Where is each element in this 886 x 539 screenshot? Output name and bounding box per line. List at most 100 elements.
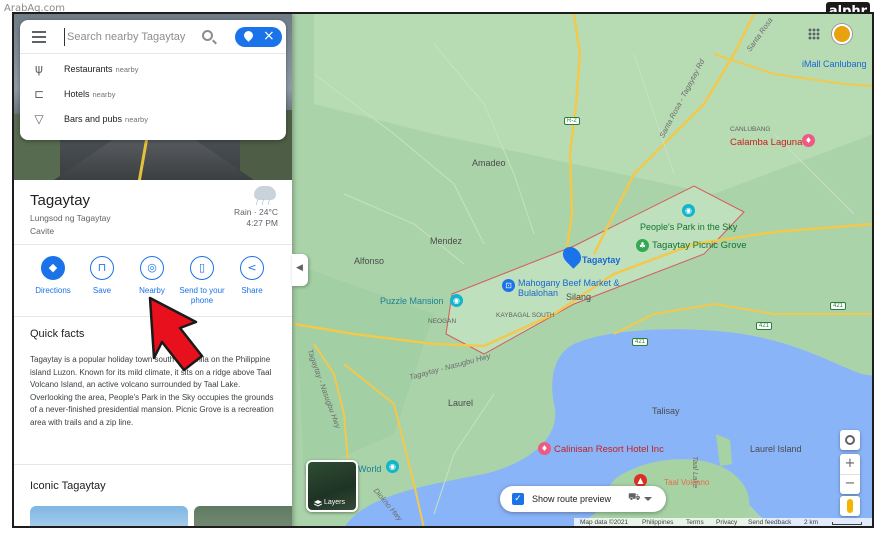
search-input[interactable] <box>64 28 196 46</box>
nearby-label: Hotels <box>64 89 90 99</box>
route-shield-r2: R-2 <box>564 117 580 125</box>
nearby-button[interactable]: ◎ Nearby <box>127 256 177 296</box>
red-arrow-annotation-icon <box>148 296 204 372</box>
nearby-label: Restaurants <box>64 64 113 74</box>
weather-text: Rain · 24°C <box>233 207 278 217</box>
camera-poi-icon[interactable]: ◉ <box>682 204 695 217</box>
route-shield-421b: 421 <box>756 322 773 330</box>
action-circle: ◎ <box>140 256 164 280</box>
cart-poi-icon[interactable]: ⊡ <box>502 279 515 292</box>
map-label-neogan: NEOGAN <box>428 318 457 325</box>
nearby-suffix: nearby <box>92 90 116 99</box>
action-circle: ▯ <box>190 256 214 280</box>
map-label-taal-volcano[interactable]: Taal Volcano <box>664 478 709 487</box>
bed-icon: ⊏ <box>33 87 45 101</box>
zoom-out-button[interactable]: − <box>840 474 860 494</box>
action-label: Share <box>241 286 263 295</box>
nearby-item-hotels[interactable]: ⊏ Hotels nearby <box>20 83 286 107</box>
route-shield-421a: 421 <box>632 338 649 346</box>
street-view-pegman[interactable] <box>840 496 860 516</box>
map-label-canlubang: CANLUBANG <box>730 126 771 133</box>
map-label-puzzle-mansion[interactable]: Puzzle Mansion <box>380 296 444 306</box>
cocktail-icon: ▽ <box>34 112 44 126</box>
scale-bar[interactable] <box>832 522 862 525</box>
utensils-icon: ψ <box>35 62 43 76</box>
map-footer: Map data ©2021 Philippines Terms Privacy… <box>574 518 872 526</box>
divider <box>14 244 292 245</box>
map-label-world[interactable]: World <box>358 464 381 474</box>
nearby-item-restaurants[interactable]: ψ Restaurants nearby <box>20 58 286 82</box>
chevron-down-icon[interactable] <box>644 497 652 501</box>
search-card: × ψ Restaurantsnearby ⊏ Hotelsnearby ▽ B… <box>20 20 286 140</box>
map-label-mahogany[interactable]: Mahogany Beef Market & Bulalohan <box>518 278 628 298</box>
my-location-button[interactable] <box>840 430 860 450</box>
share-button[interactable]: < Share <box>227 256 277 296</box>
place-subtitle: Lungsod ng Tagaytay <box>30 213 111 223</box>
hamburger-menu-icon[interactable] <box>32 31 46 43</box>
place-region: Cavite <box>30 226 55 236</box>
avatar[interactable] <box>832 24 852 44</box>
scale-label[interactable]: 2 km <box>804 519 818 526</box>
shopping-poi-icon[interactable]: ♦ <box>802 134 815 147</box>
place-panel: × ψ Restaurantsnearby ⊏ Hotelsnearby ▽ B… <box>14 14 292 526</box>
save-button[interactable]: ⊓ Save <box>77 256 127 296</box>
zoom-control: + − <box>840 454 860 494</box>
checkbox-checked-icon[interactable]: ✓ <box>512 493 524 505</box>
crosshair-icon <box>845 435 855 445</box>
action-circle: ◆ <box>41 256 65 280</box>
close-icon[interactable]: × <box>263 28 275 44</box>
rain-drops-icon: / / / <box>256 200 271 207</box>
nearby-item-bars[interactable]: ▽ Bars and pubs nearby <box>20 108 286 132</box>
layers-button[interactable]: Layers <box>306 460 358 512</box>
tree-poi-icon[interactable]: ♣ <box>636 239 649 252</box>
action-circle: < <box>240 256 264 280</box>
map-label-tagaytay-pin[interactable]: Tagaytay <box>582 255 620 265</box>
collapse-panel-button[interactable]: ◀ <box>292 254 308 286</box>
rain-cloud-icon <box>254 186 276 200</box>
search-row: × <box>20 20 286 54</box>
pin-icon <box>242 29 255 42</box>
map-label-calinisan[interactable]: Calinisan Resort Hotel Inc <box>554 444 664 455</box>
privacy-link[interactable]: Privacy <box>716 519 737 526</box>
map-label-picnic-grove[interactable]: Tagaytay Picnic Grove <box>652 240 747 251</box>
action-label: Nearby <box>139 286 165 295</box>
nearby-suffix: nearby <box>125 115 148 124</box>
map-label-mendez: Mendez <box>430 236 463 246</box>
directions-icon: ◆ <box>48 261 58 274</box>
country-link[interactable]: Philippines <box>642 519 673 526</box>
search-icon[interactable] <box>202 30 213 41</box>
terms-link[interactable]: Terms <box>686 519 704 526</box>
car-icon[interactable]: ⛟ <box>628 492 641 505</box>
iconic-photo-1[interactable] <box>30 506 188 526</box>
camera-poi-icon[interactable]: ◉ <box>450 294 463 307</box>
hotel-poi-icon[interactable]: ♦ <box>538 442 551 455</box>
route-preview-toggle[interactable]: ✓ Show route preview ⛟ <box>500 486 666 512</box>
camera-poi-icon[interactable]: ◉ <box>386 460 399 473</box>
nearby-label: Bars and pubs <box>64 114 123 124</box>
map-label-calamba[interactable]: Calamba Laguna <box>730 137 802 148</box>
weather-time: 4:27 PM <box>246 218 278 228</box>
action-circle: ⊓ <box>90 256 114 280</box>
place-title: Tagaytay <box>30 192 91 209</box>
quick-facts-title: Quick facts <box>30 328 85 340</box>
map-label-amadeo: Amadeo <box>472 158 506 168</box>
action-label: Save <box>92 286 112 295</box>
location-chip[interactable]: × <box>235 27 282 47</box>
iconic-photo-2[interactable] <box>194 506 292 526</box>
apps-grid-icon[interactable] <box>808 28 820 40</box>
chevron-left-icon: ◀ <box>296 263 303 273</box>
map-label-imall[interactable]: iMall Canlubang <box>802 59 867 69</box>
directions-button[interactable]: ◆ Directions <box>28 256 78 296</box>
action-label: Directions <box>35 286 71 295</box>
iconic-title: Iconic Tagaytay <box>30 480 106 492</box>
map-label-laurel: Laurel <box>448 398 474 408</box>
phone-icon: ▯ <box>198 261 206 274</box>
map-label-peoples-park[interactable]: People's Park in the Sky <box>640 222 737 232</box>
zoom-in-button[interactable]: + <box>840 454 860 474</box>
send-feedback-link[interactable]: Send feedback <box>748 519 791 526</box>
layers-label: Layers <box>324 499 346 506</box>
pegman-icon <box>847 499 853 513</box>
share-icon: < <box>247 261 257 274</box>
nearby-suffix: nearby <box>115 65 139 74</box>
maps-window: Silang Amadeo Mendez Alfonso Laurel Tali… <box>12 12 874 528</box>
